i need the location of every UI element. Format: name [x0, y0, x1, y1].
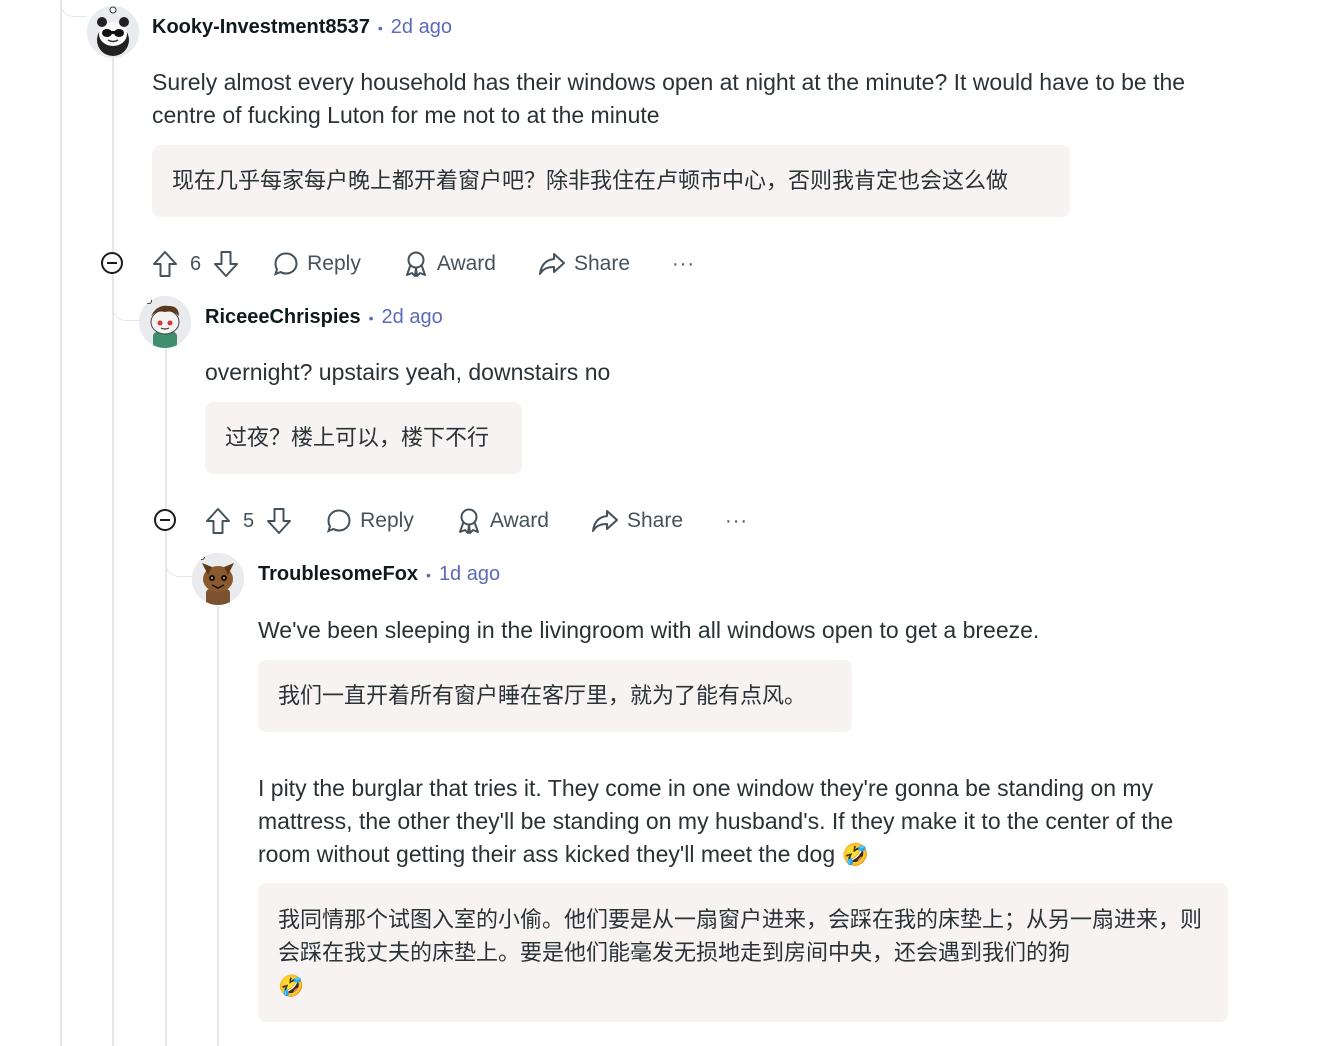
upvote-button[interactable] [152, 250, 178, 278]
downvote-icon [214, 251, 239, 277]
more-options-button[interactable]: ··· [672, 253, 695, 276]
vote-count: 5 [243, 509, 255, 532]
award-button[interactable]: Award [456, 507, 549, 535]
thread-line-root [60, 0, 62, 1046]
username[interactable]: RiceeeChrispies [205, 306, 361, 329]
comment-body: overnight? upstairs yeah, downstairs no [205, 359, 611, 385]
panda-snoo-avatar-icon [87, 6, 139, 58]
translation-box: 我们一直开着所有窗户睡在客厅里，就为了能有点风。 [258, 660, 852, 732]
separator-dot: • [426, 566, 431, 583]
separator-dot: • [377, 19, 383, 36]
thread-elbow-3 [165, 540, 192, 577]
fox-snoo-avatar-icon [192, 553, 244, 605]
award-button[interactable]: Award [403, 250, 496, 278]
comment-action-bar: 6 Reply Award Share ··· [152, 244, 695, 284]
avatar[interactable] [87, 6, 139, 58]
share-label: Share [573, 252, 631, 275]
reply-button[interactable]: Reply [273, 251, 361, 277]
collapse-thread-button[interactable] [154, 509, 176, 531]
timestamp[interactable]: 1d ago [439, 563, 500, 586]
award-icon [405, 251, 426, 277]
comment-meta: Kooky-Investment8537 • 2d ago [152, 16, 452, 39]
reply-bubble-icon [273, 252, 298, 276]
award-icon [458, 508, 479, 534]
thread-line-level-3 [217, 606, 219, 1046]
comment-body: Surely almost every household has their … [152, 69, 1186, 128]
award-label: Award [489, 509, 549, 532]
share-arrow-icon [591, 510, 618, 532]
vote-count: 6 [190, 252, 202, 275]
timestamp[interactable]: 2d ago [382, 306, 443, 329]
share-label: Share [626, 509, 684, 532]
comment-body-paragraph-2: I pity the burglar that tries it. They c… [258, 772, 1228, 871]
award-label: Award [436, 252, 496, 275]
rofl-emoji-icon: 🤣 [278, 975, 305, 998]
share-button[interactable]: Share [591, 508, 683, 534]
reply-button[interactable]: Reply [326, 508, 414, 534]
avatar[interactable] [139, 296, 191, 348]
downvote-button[interactable] [266, 507, 292, 535]
translation-box: 现在几乎每家每户晚上都开着窗户吧？除非我住在卢顿市中心，否则我肯定也会这么做 [152, 145, 1070, 217]
comment-body-paragraph-2-text: I pity the burglar that tries it. They c… [258, 775, 1174, 867]
username[interactable]: Kooky-Investment8537 [152, 16, 370, 39]
separator-dot: • [368, 309, 374, 326]
comment-meta: TroublesomeFox • 1d ago [258, 563, 500, 586]
downvote-icon [267, 508, 292, 534]
username[interactable]: TroublesomeFox [258, 563, 418, 586]
thread-line-level-2 [165, 348, 167, 1046]
thread-elbow-2 [112, 284, 139, 321]
upvote-icon [206, 508, 230, 534]
reply-label: Reply [307, 252, 361, 275]
collapse-thread-button[interactable] [101, 252, 123, 274]
translation-box-2: 我同情那个试图入室的小偷。他们要是从一扇窗户进来，会踩在我的床垫上；从另一扇进来… [258, 883, 1228, 1022]
thread-line-level-1 [112, 56, 114, 1046]
comment-action-bar: 5 Reply Award Share ··· [205, 501, 748, 541]
comment-meta: RiceeeChrispies • 2d ago [205, 306, 443, 329]
thread-elbow-1 [60, 0, 87, 17]
translation-2-text: 我同情那个试图入室的小偷。他们要是从一扇窗户进来，会踩在我的床垫上；从另一扇进来… [278, 907, 1203, 965]
share-button[interactable]: Share [538, 251, 630, 277]
timestamp[interactable]: 2d ago [391, 16, 452, 39]
reply-label: Reply [360, 509, 414, 532]
comment-body: We've been sleeping in the livingroom wi… [258, 617, 1040, 643]
green-hair-snoo-avatar-icon [139, 296, 191, 348]
downvote-button[interactable] [213, 250, 239, 278]
translation-box: 过夜？楼上可以，楼下不行 [205, 402, 522, 474]
upvote-icon [153, 251, 177, 277]
avatar[interactable] [192, 553, 244, 605]
reply-bubble-icon [326, 509, 351, 533]
more-options-button[interactable]: ··· [725, 510, 748, 533]
upvote-button[interactable] [205, 507, 231, 535]
rofl-emoji-icon: 🤣 [841, 842, 869, 867]
share-arrow-icon [538, 253, 565, 275]
